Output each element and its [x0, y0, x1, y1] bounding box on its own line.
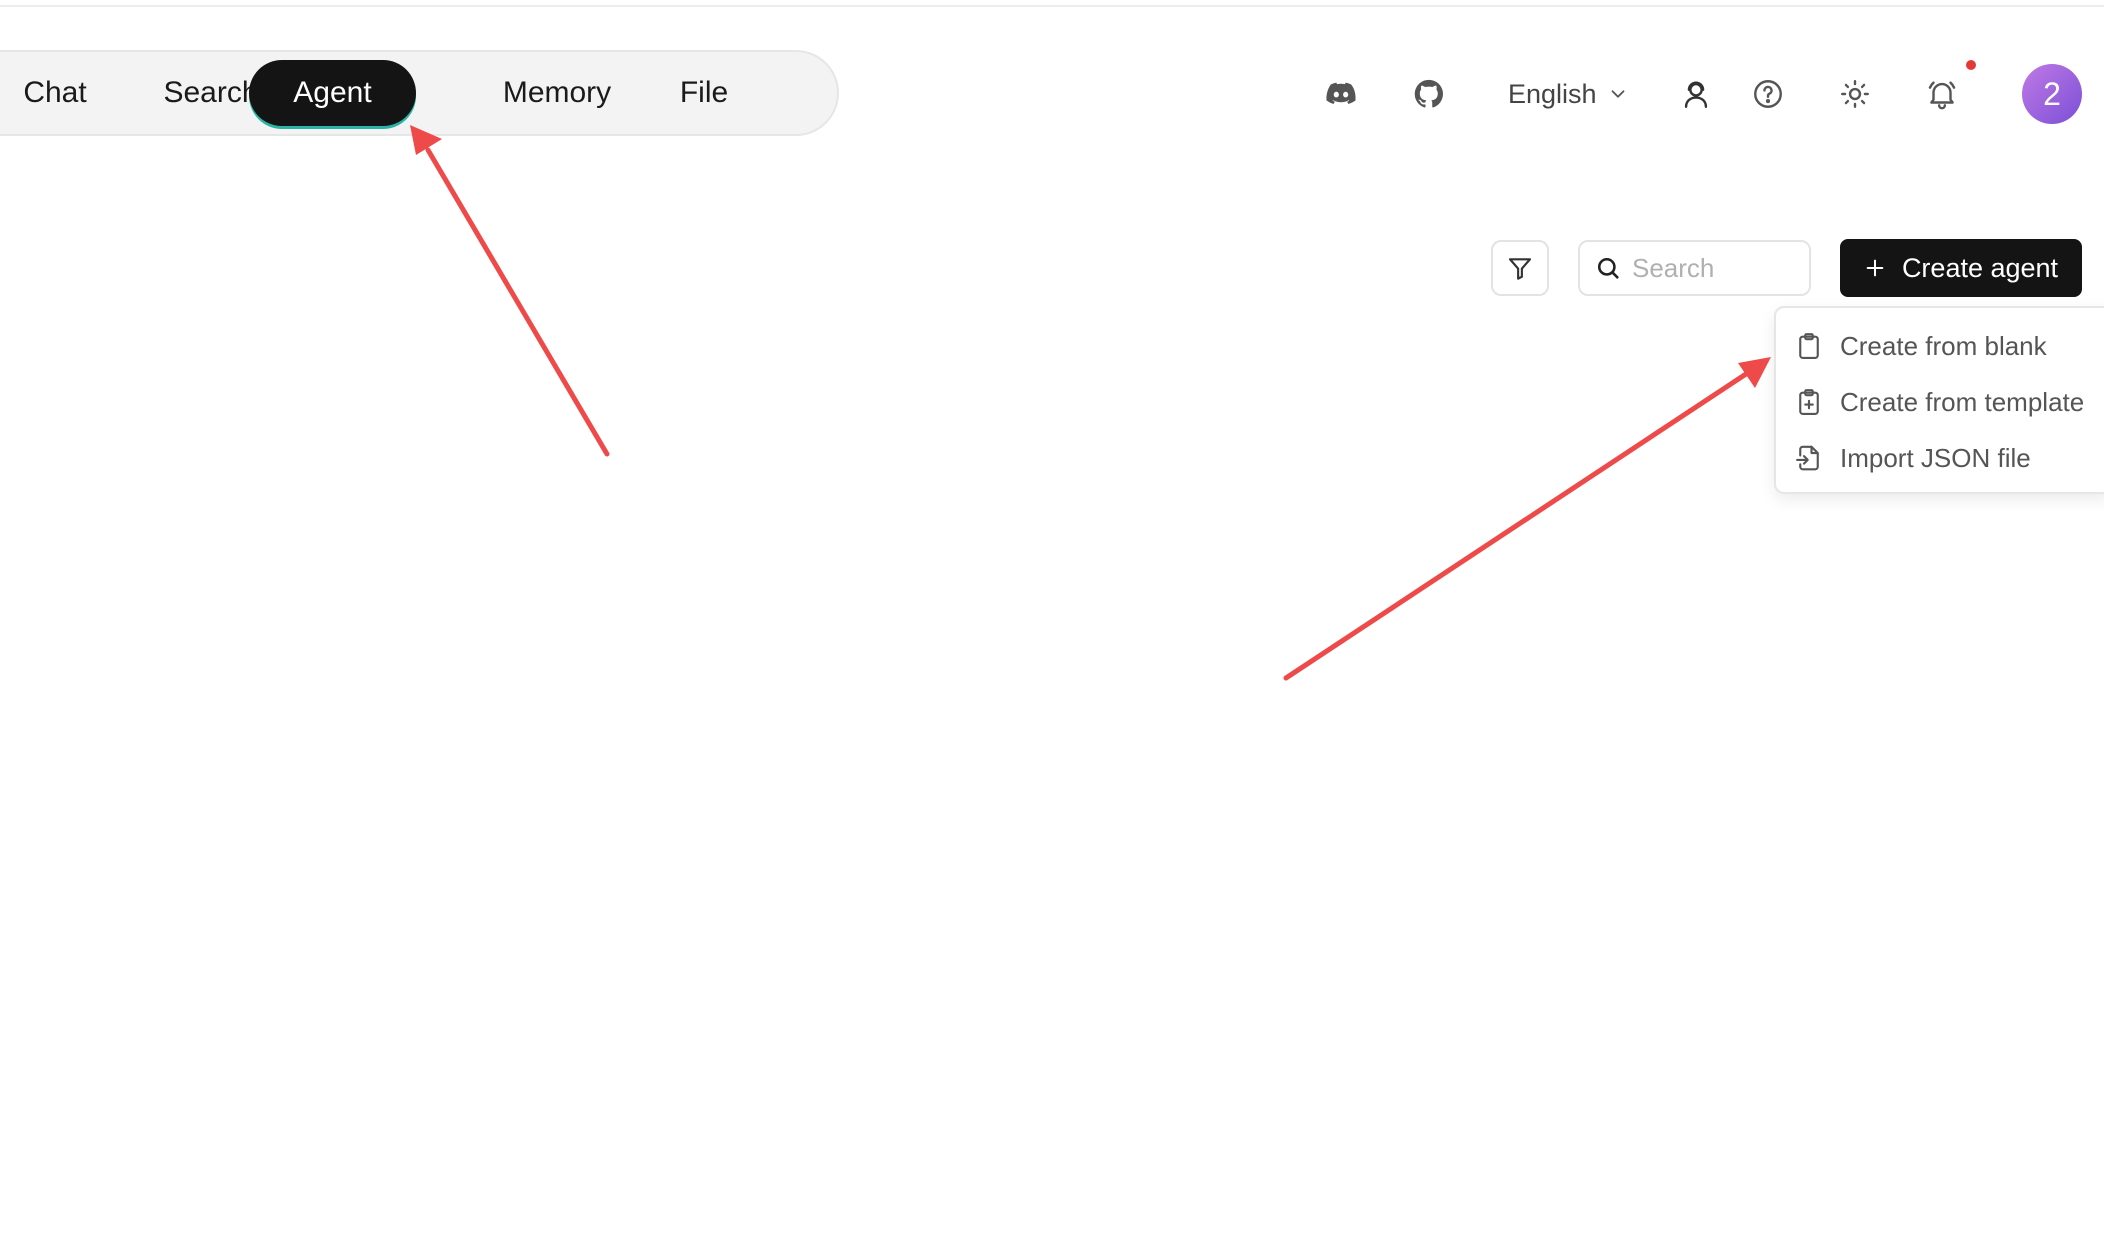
clipboard-icon	[1799, 333, 1819, 359]
annotation-arrows	[410, 125, 1771, 681]
annotation-arrow-menu	[1283, 357, 1771, 681]
menu-item-create-from-template[interactable]: Create from template	[1794, 378, 2084, 426]
nav-tab-memory[interactable]: Memory	[482, 60, 632, 126]
language-selector[interactable]: English	[1508, 72, 1629, 116]
bell-icon[interactable]	[1920, 72, 1964, 116]
language-label: English	[1508, 79, 1597, 109]
main-nav: Chat Search Agent Memory File	[0, 50, 839, 136]
create-agent-label: Create agent	[1901, 252, 2059, 283]
nav-tab-agent[interactable]: Agent	[249, 60, 416, 126]
menu-item-label: Import JSON file	[1840, 442, 2031, 473]
search-icon	[1597, 257, 1619, 279]
file-import-icon	[1796, 445, 1819, 471]
menu-item-label: Create from blank	[1840, 330, 2047, 361]
chevron-down-icon	[1611, 90, 1624, 98]
filter-button[interactable]	[1491, 240, 1549, 296]
menu-item-create-from-blank[interactable]: Create from blank	[1794, 322, 2047, 370]
github-icon[interactable]	[1407, 72, 1451, 116]
nav-tab-chat[interactable]: Chat	[2, 60, 108, 126]
create-agent-menu: Create from blank Create from template I…	[1774, 306, 2104, 494]
user-headset-icon[interactable]	[1674, 72, 1718, 116]
clipboard-plus-icon	[1799, 389, 1819, 415]
menu-item-import-json[interactable]: Import JSON file	[1794, 434, 2031, 482]
help-icon[interactable]	[1746, 72, 1790, 116]
sun-icon[interactable]	[1833, 72, 1877, 116]
avatar[interactable]: 2	[2022, 64, 2082, 124]
notification-dot	[1966, 60, 1976, 70]
nav-tab-file[interactable]: File	[646, 60, 762, 126]
top-divider	[0, 5, 2104, 7]
filter-icon	[1508, 258, 1532, 280]
menu-item-label: Create from template	[1840, 386, 2085, 417]
search-box	[1578, 240, 1811, 296]
annotation-arrow-agent	[410, 125, 610, 457]
create-agent-button[interactable]: Create agent	[1840, 239, 2082, 297]
search-input[interactable]	[1632, 252, 1792, 284]
discord-icon[interactable]	[1319, 72, 1363, 116]
plus-icon	[1866, 259, 1884, 277]
